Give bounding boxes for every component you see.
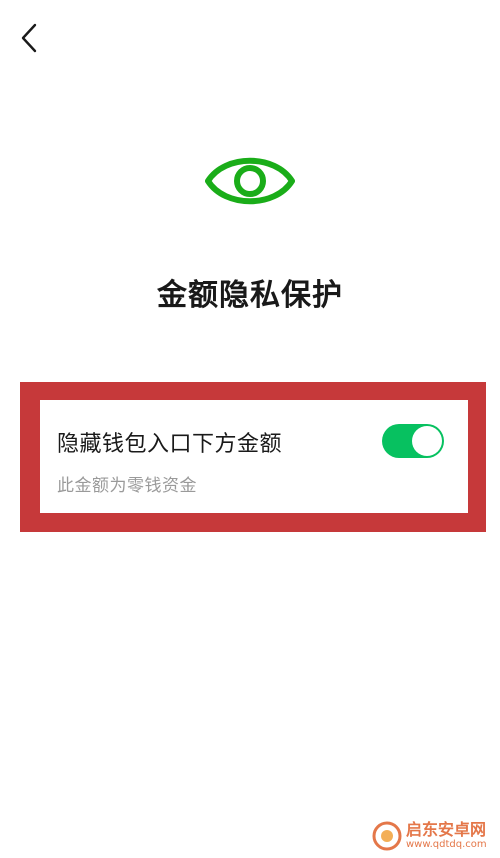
- watermark: 启东安卓网 www.qdtdq.com: [372, 818, 487, 854]
- hide-balance-setting-row[interactable]: 隐藏钱包入口下方金额 此金额为零钱资金: [40, 400, 468, 513]
- chevron-left-icon: [21, 23, 37, 53]
- toggle-knob: [412, 426, 442, 456]
- back-button[interactable]: [14, 22, 44, 54]
- setting-description: 此金额为零钱资金: [57, 476, 197, 496]
- watermark-url: www.qdtdq.com: [406, 839, 487, 850]
- eye-icon: [205, 157, 295, 205]
- watermark-name: 启东安卓网: [406, 820, 487, 839]
- watermark-logo-icon: [372, 821, 402, 851]
- setting-title: 隐藏钱包入口下方金额: [57, 432, 283, 457]
- hide-balance-toggle[interactable]: [382, 424, 444, 458]
- privacy-settings-page: 金额隐私保护 隐藏钱包入口下方金额 此金额为零钱资金 启东安卓网 www.qdt…: [0, 0, 500, 858]
- page-title: 金额隐私保护: [157, 278, 343, 313]
